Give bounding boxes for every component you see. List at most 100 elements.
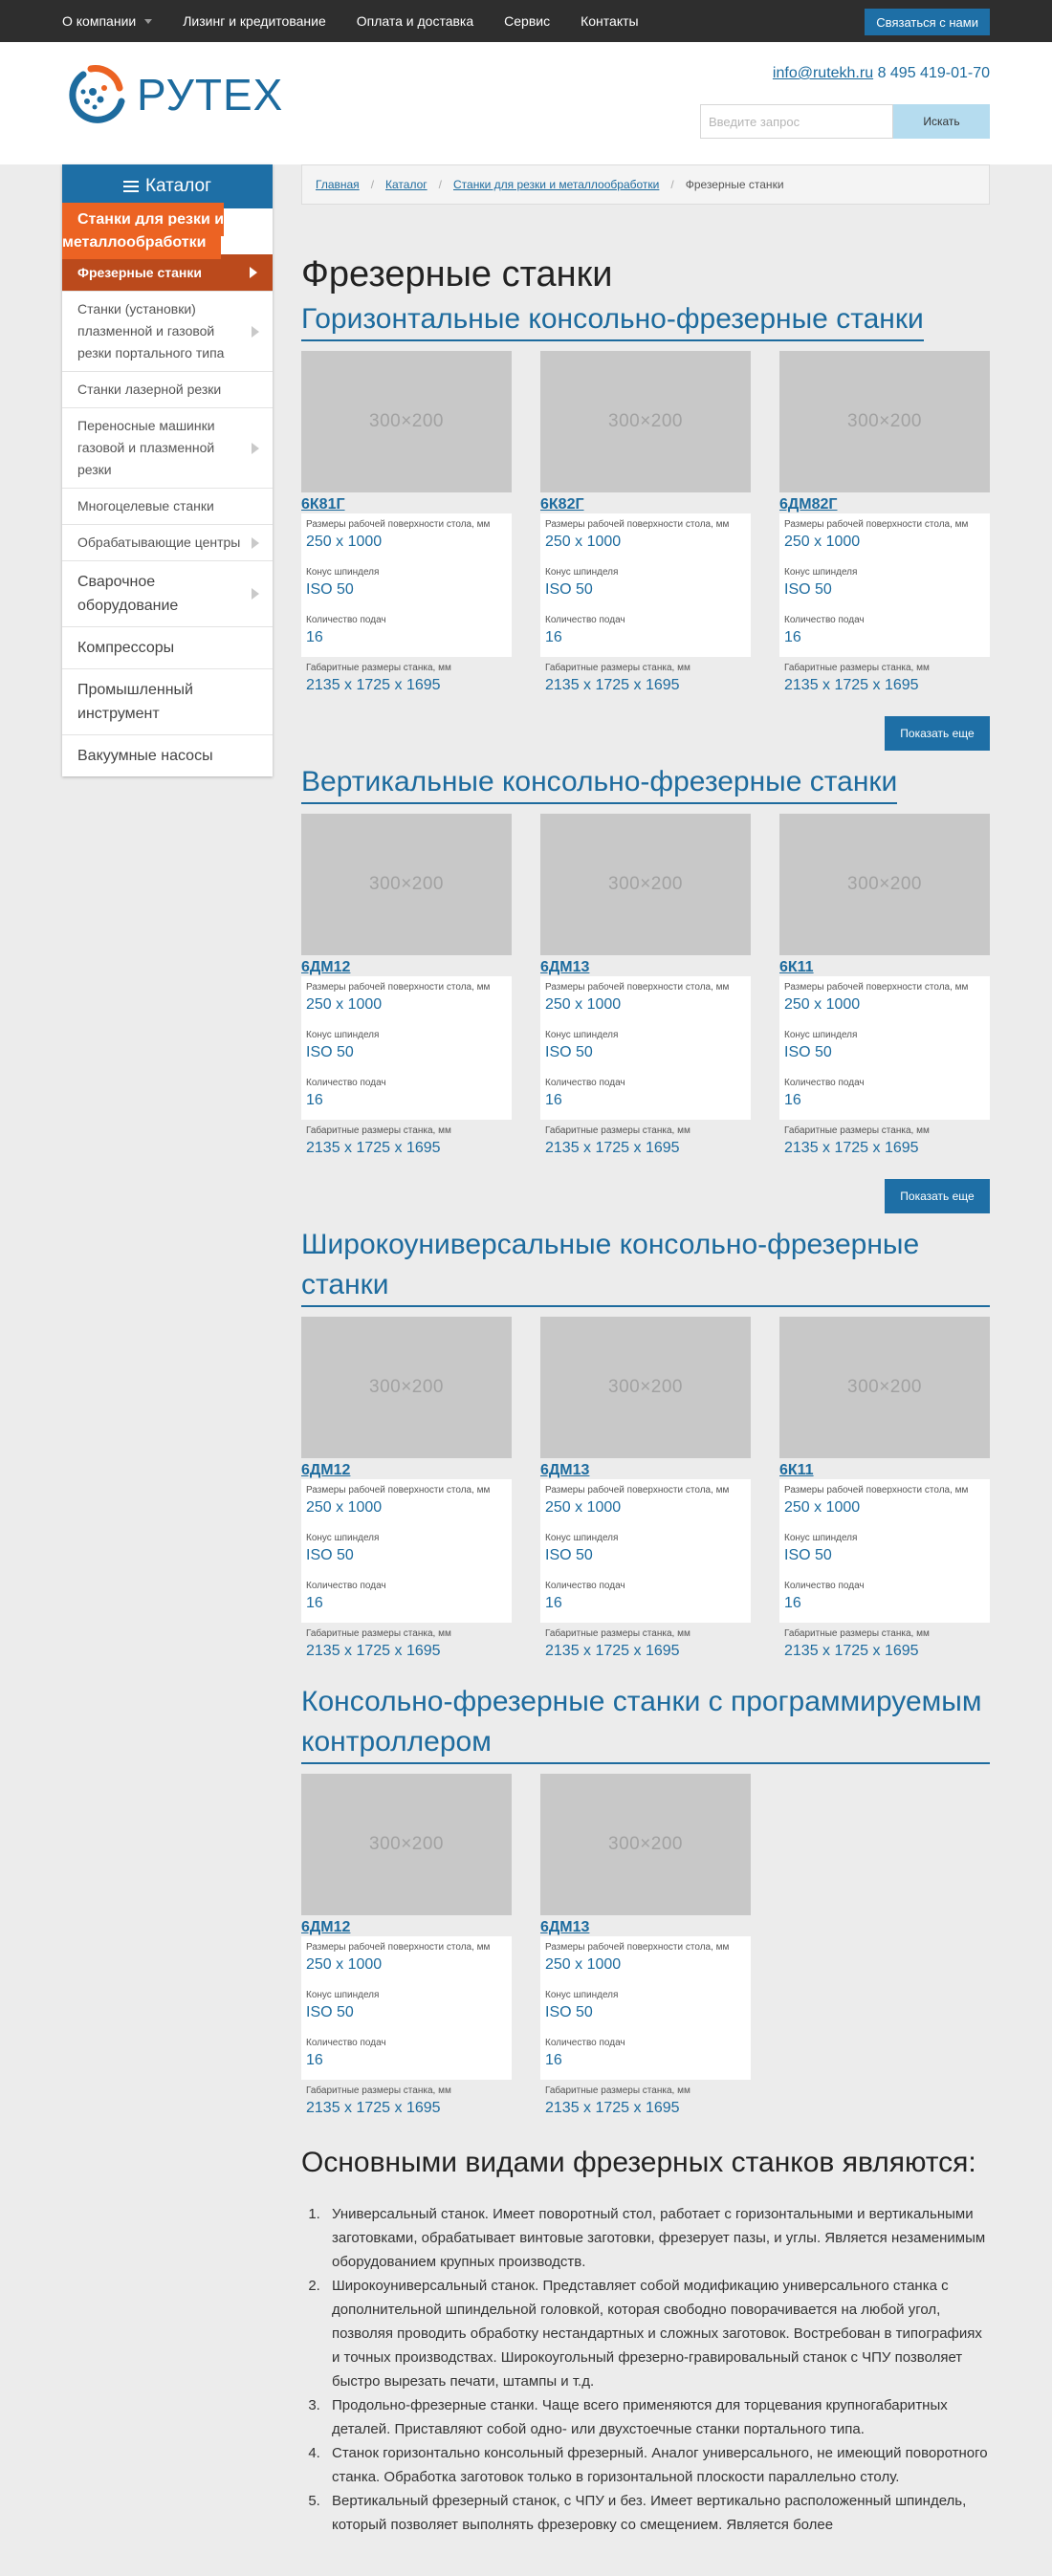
spec-value: 2135 x 1725 x 1695 xyxy=(306,1643,441,1659)
spec-dims: Габаритные размеры станка, мм 2135 x 1725… xyxy=(301,1120,512,1168)
show-more-button[interactable]: Показать еще xyxy=(885,716,990,751)
spec-surface: Размеры рабочей поверхности стола, мм 250… xyxy=(301,1479,512,1527)
spec-feeds: Количество подач 16 xyxy=(301,609,512,657)
sidebar-item[interactable]: Вакуумные насосы xyxy=(62,734,273,776)
spec-value: 250 x 1000 xyxy=(784,996,861,1013)
phone-number[interactable]: 8 495 419-01-70 xyxy=(878,65,990,81)
search-button[interactable]: Искать xyxy=(893,104,990,139)
product-sections: Горизонтальные консольно-фрезерные станк… xyxy=(301,299,990,2128)
topnav-item-about[interactable]: О компании xyxy=(62,13,153,29)
spec-surface: Размеры рабочей поверхности стола, мм 250… xyxy=(301,976,512,1024)
product-section: Консольно-фрезерные станки с программиру… xyxy=(301,1682,990,2128)
sidebar-item-active[interactable]: Фрезерные станки xyxy=(62,254,273,291)
email-link[interactable]: info@rutekh.ru xyxy=(773,65,873,81)
article-list-item: Продольно-фрезерные станки. Чаще всего п… xyxy=(324,2393,990,2441)
product-name-link[interactable]: 6К82Г xyxy=(540,496,584,513)
sidebar-item[interactable]: Промышленный инструмент xyxy=(62,668,273,734)
page-title: Фрезерные станки xyxy=(301,254,613,295)
product-image-placeholder[interactable]: 300×200 xyxy=(779,1317,990,1458)
product-image-placeholder[interactable]: 300×200 xyxy=(779,814,990,955)
topnav-item-payment[interactable]: Оплата и доставка xyxy=(357,13,473,29)
search-input[interactable] xyxy=(700,104,893,139)
product-image-placeholder[interactable]: 300×200 xyxy=(779,351,990,492)
product-name-link[interactable]: 6ДМ12 xyxy=(301,1919,350,1936)
spec-label: Конус шпинделя xyxy=(784,1030,858,1040)
spec-value: 250 x 1000 xyxy=(306,534,383,550)
breadcrumb-home[interactable]: Главная xyxy=(316,178,360,191)
breadcrumb-catalog[interactable]: Каталог xyxy=(385,178,427,191)
arrow-right-icon xyxy=(252,325,259,338)
spec-value: ISO 50 xyxy=(545,581,593,598)
topnav-item-service[interactable]: Сервис xyxy=(504,13,550,29)
sidebar-category[interactable]: Станки для резки и металлообработки xyxy=(62,203,225,259)
article-list: Универсальный станок. Имеет поворотный с… xyxy=(301,2202,990,2537)
spec-value: ISO 50 xyxy=(306,1044,354,1060)
sidebar-item[interactable]: Сварочное оборудование xyxy=(62,560,273,626)
spec-value: 250 x 1000 xyxy=(784,1499,861,1516)
spec-label: Габаритные размеры станка, мм xyxy=(784,663,930,673)
spec-dims: Габаритные размеры станка, мм 2135 x 1725… xyxy=(540,1120,751,1168)
spec-value: ISO 50 xyxy=(784,1547,832,1563)
spec-surface: Размеры рабочей поверхности стола, мм 250… xyxy=(779,976,990,1024)
sidebar-item[interactable]: Компрессоры xyxy=(62,626,273,668)
spec-label: Конус шпинделя xyxy=(306,1990,380,2000)
topnav-item-contacts[interactable]: Контакты xyxy=(581,13,638,29)
spec-value: 2135 x 1725 x 1695 xyxy=(545,677,680,693)
spec-label: Размеры рабочей поверхности стола, мм xyxy=(306,982,491,993)
spec-label: Габаритные размеры станка, мм xyxy=(784,1628,930,1639)
product-image-placeholder[interactable]: 300×200 xyxy=(540,814,751,955)
spec-label: Количество подач xyxy=(306,615,386,625)
product-image-placeholder[interactable]: 300×200 xyxy=(301,1774,512,1915)
main-content: Главная / Каталог / Станки для резки и м… xyxy=(301,164,990,2537)
product-name-link[interactable]: 6К11 xyxy=(779,1462,814,1479)
spec-surface: Размеры рабочей поверхности стола, мм 250… xyxy=(779,513,990,561)
logo[interactable]: РУТЕХ xyxy=(62,63,283,126)
product-name-link[interactable]: 6ДМ12 xyxy=(301,959,350,976)
catalog-sidebar: Каталог Станки для резки и металлообрабо… xyxy=(62,164,273,776)
product-image-placeholder[interactable]: 300×200 xyxy=(540,1317,751,1458)
section-title[interactable]: Консольно-фрезерные станки с программиру… xyxy=(301,1682,990,1764)
product-name-link[interactable]: 6ДМ82Г xyxy=(779,496,838,513)
section-title[interactable]: Горизонтальные консольно-фрезерные станк… xyxy=(301,299,924,341)
product-name-link[interactable]: 6ДМ12 xyxy=(301,1462,350,1479)
product-image-placeholder[interactable]: 300×200 xyxy=(301,814,512,955)
sidebar-item[interactable]: Переносные машинки газовой и плазменной … xyxy=(62,407,273,488)
spec-dims: Габаритные размеры станка, мм 2135 x 1725… xyxy=(779,657,990,705)
spec-label: Конус шпинделя xyxy=(784,1533,858,1543)
spec-label: Количество подач xyxy=(545,1581,625,1591)
product-name-link[interactable]: 6ДМ13 xyxy=(540,959,589,976)
sidebar-item[interactable]: Многоцелевые станки xyxy=(62,488,273,524)
spec-label: Конус шпинделя xyxy=(306,1533,380,1543)
spec-value: 250 x 1000 xyxy=(545,534,622,550)
section-title[interactable]: Широкоуниверсальные консольно-фрезерные … xyxy=(301,1225,990,1307)
spec-value: 2135 x 1725 x 1695 xyxy=(306,2100,441,2116)
spec-dims: Габаритные размеры станка, мм 2135 x 1725… xyxy=(301,1623,512,1670)
spec-surface: Размеры рабочей поверхности стола, мм 250… xyxy=(779,1479,990,1527)
header-contacts: info@rutekh.ru 8 495 419-01-70 xyxy=(773,65,990,82)
sidebar-item[interactable]: Станки (установки) плазменной и газовой … xyxy=(62,291,273,371)
spec-value: 250 x 1000 xyxy=(306,1499,383,1516)
sidebar-item[interactable]: Станки лазерной резки xyxy=(62,371,273,407)
spec-surface: Размеры рабочей поверхности стола, мм 250… xyxy=(301,1936,512,1984)
product-grid: 300×200 6ДМ12 Размеры рабочей поверхности … xyxy=(301,1774,990,2128)
spec-dims: Габаритные размеры станка, мм 2135 x 1725… xyxy=(301,2080,512,2128)
product-name-link[interactable]: 6ДМ13 xyxy=(540,1919,589,1936)
sidebar-item[interactable]: Обрабатывающие центры xyxy=(62,524,273,560)
product-image-placeholder[interactable]: 300×200 xyxy=(540,351,751,492)
breadcrumb: Главная / Каталог / Станки для резки и м… xyxy=(301,164,990,205)
product-name-link[interactable]: 6К81Г xyxy=(301,496,345,513)
contact-us-button[interactable]: Связаться с нами xyxy=(865,9,990,35)
spec-dims: Габаритные размеры станка, мм 2135 x 1725… xyxy=(540,2080,751,2128)
topnav-item-leasing[interactable]: Лизинг и кредитование xyxy=(183,13,326,29)
product-image-placeholder[interactable]: 300×200 xyxy=(540,1774,751,1915)
show-more-button[interactable]: Показать еще xyxy=(885,1179,990,1213)
breadcrumb-category[interactable]: Станки для резки и металлообработки xyxy=(453,178,659,191)
spec-label: Размеры рабочей поверхности стола, мм xyxy=(545,1485,730,1495)
product-name-link[interactable]: 6ДМ13 xyxy=(540,1462,589,1479)
product-image-placeholder[interactable]: 300×200 xyxy=(301,1317,512,1458)
article-list-item: Станок горизонтально консольный фрезерны… xyxy=(324,2441,990,2489)
article-title: Основными видами фрезерных станков являю… xyxy=(301,2147,976,2178)
product-name-link[interactable]: 6К11 xyxy=(779,959,814,976)
section-title[interactable]: Вертикальные консольно-фрезерные станки xyxy=(301,762,898,804)
product-image-placeholder[interactable]: 300×200 xyxy=(301,351,512,492)
